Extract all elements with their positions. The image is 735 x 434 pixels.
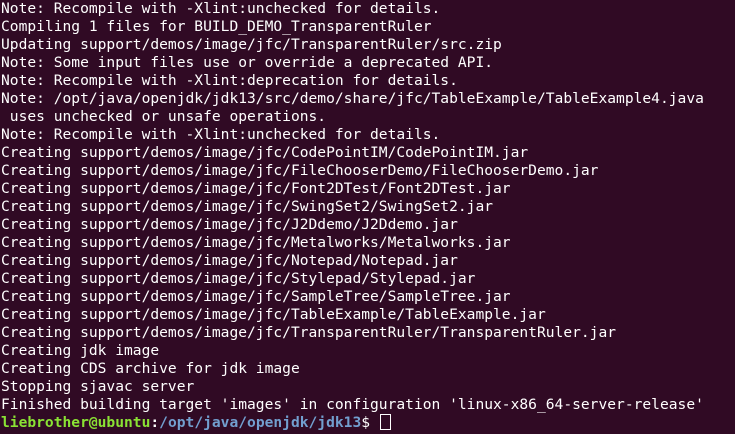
output-line: Note: Some input files use or override a…: [1, 54, 494, 71]
output-line: Creating jdk image: [1, 342, 160, 359]
output-line: Creating CDS archive for jdk image: [1, 360, 300, 377]
prompt-user-host: liebrother@ubuntu: [1, 414, 151, 431]
output-line: Note: Recompile with -Xlint:deprecation …: [1, 72, 458, 89]
prompt-dollar: $: [361, 414, 379, 431]
terminal-output: Note: Recompile with -Xlint:unchecked fo…: [1, 0, 735, 432]
output-line: Creating support/demos/image/jfc/Font2DT…: [1, 180, 511, 197]
output-line: Creating support/demos/image/jfc/FileCho…: [1, 162, 599, 179]
output-line: Creating support/demos/image/jfc/Stylepa…: [1, 270, 476, 287]
output-line: Compiling 1 files for BUILD_DEMO_Transpa…: [1, 18, 432, 35]
output-line: uses unchecked or unsafe operations.: [1, 108, 327, 125]
prompt-path: /opt/java/openjdk/jdk13: [159, 414, 362, 431]
output-line: Creating support/demos/image/jfc/J2Ddemo…: [1, 216, 458, 233]
output-line: Note: Recompile with -Xlint:unchecked fo…: [1, 0, 441, 17]
output-line: Stopping sjavac server: [1, 378, 195, 395]
output-line: Creating support/demos/image/jfc/TableEx…: [1, 306, 546, 323]
output-line: Finished building target 'images' in con…: [1, 396, 704, 413]
output-line: Creating support/demos/image/jfc/SwingSe…: [1, 198, 494, 215]
prompt-separator: :: [150, 414, 160, 431]
output-line: Creating support/demos/image/jfc/SampleT…: [1, 288, 511, 305]
output-line: Creating support/demos/image/jfc/Transpa…: [1, 324, 617, 341]
output-line: Updating support/demos/image/jfc/Transpa…: [1, 36, 502, 53]
prompt-line[interactable]: liebrother@ubuntu:/opt/java/openjdk/jdk1…: [1, 414, 735, 432]
output-line: Creating support/demos/image/jfc/Metalwo…: [1, 234, 511, 251]
output-line: Creating support/demos/image/jfc/CodePoi…: [1, 144, 529, 161]
terminal-window[interactable]: Note: Recompile with -Xlint:unchecked fo…: [0, 0, 735, 434]
output-line: Note: Recompile with -Xlint:unchecked fo…: [1, 126, 441, 143]
output-line: Creating support/demos/image/jfc/Notepad…: [1, 252, 458, 269]
text-cursor[interactable]: [379, 414, 391, 430]
output-line: Note: /opt/java/openjdk/jdk13/src/demo/s…: [1, 90, 704, 107]
